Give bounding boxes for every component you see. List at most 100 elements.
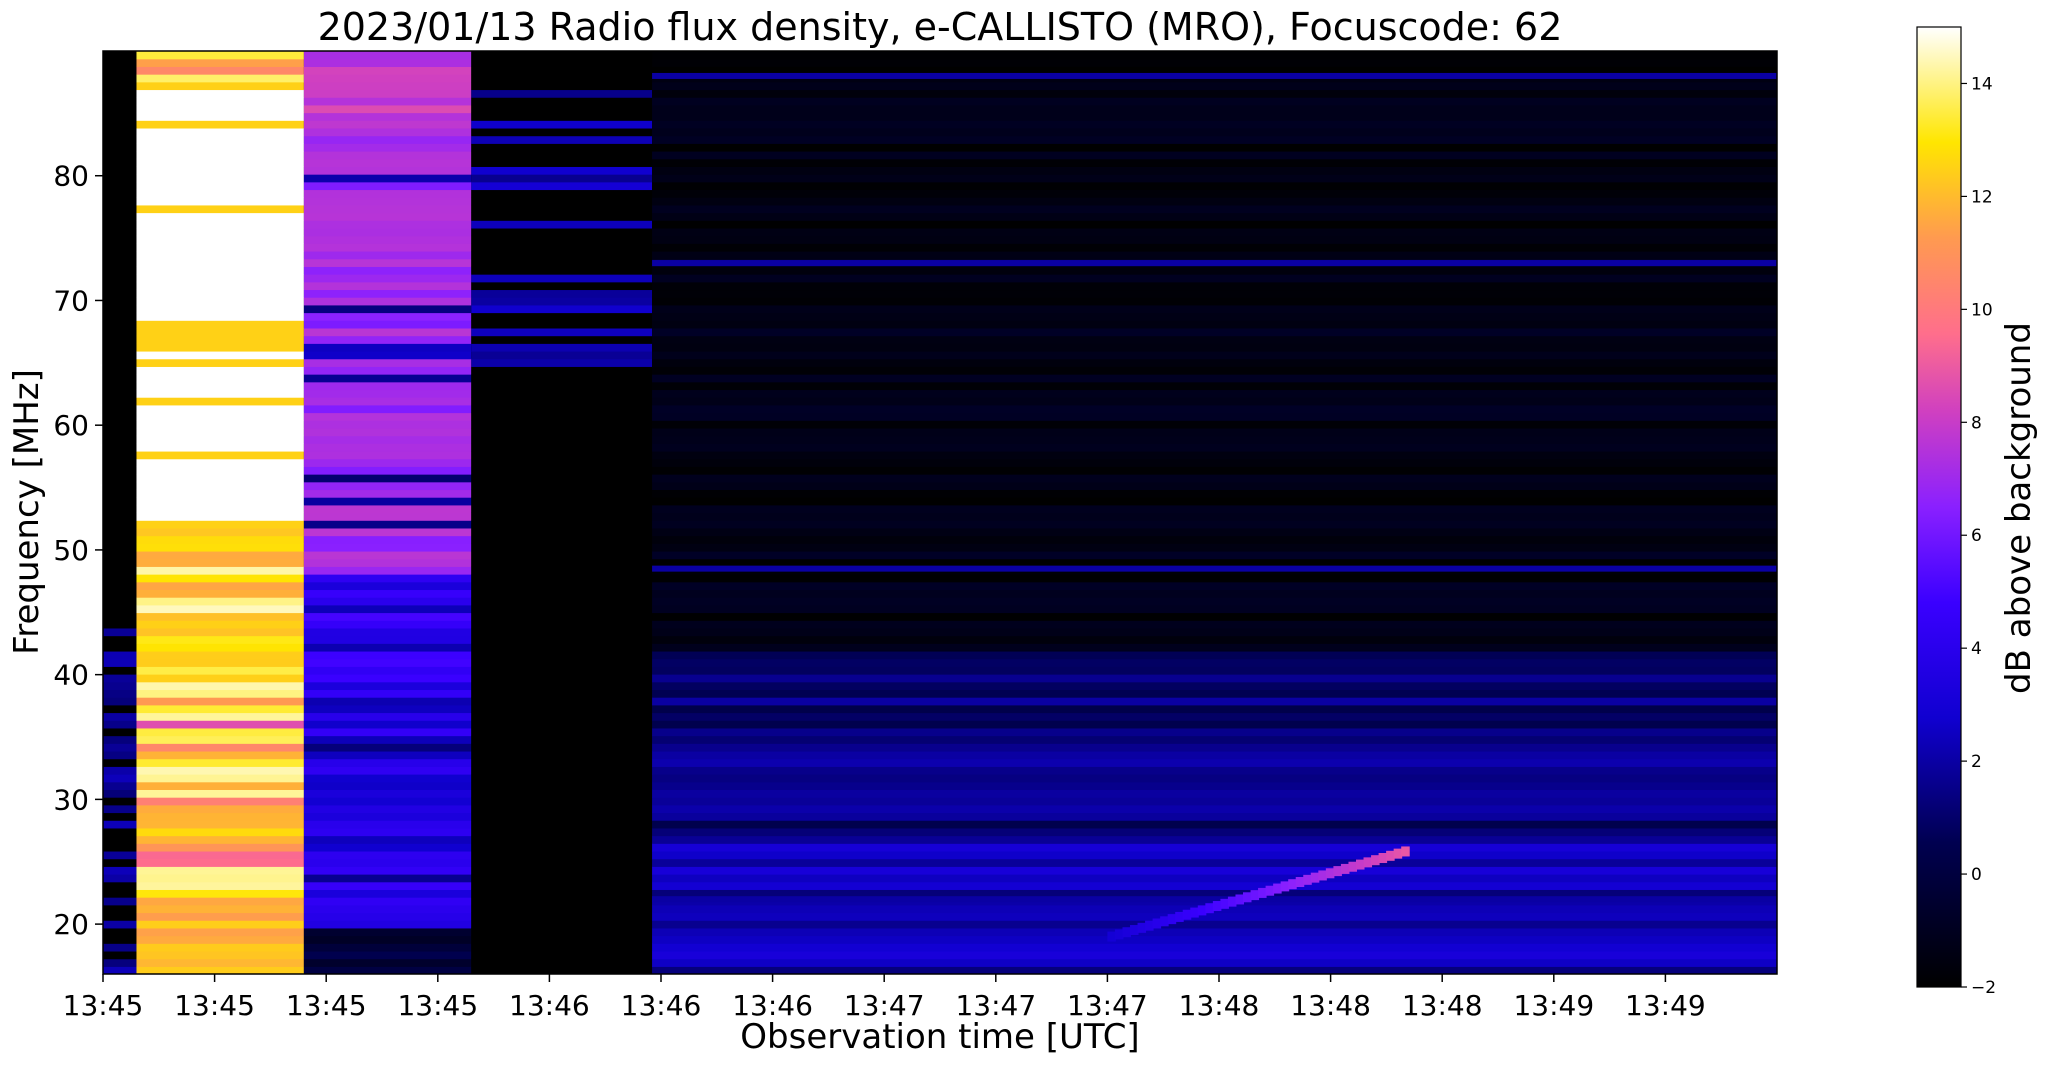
spectrogram-cell (103, 881, 137, 890)
x-tick-label: 13:48 (1402, 989, 1483, 1022)
spectrogram-cell (103, 935, 137, 944)
spectrogram-cell (136, 81, 304, 91)
drifting-burst (1212, 901, 1222, 912)
spectrogram-cell (103, 635, 137, 644)
spectrogram-cell (103, 489, 137, 498)
colorbar (1916, 26, 1962, 988)
spectrogram-cell (303, 389, 472, 398)
spectrogram-cell (652, 927, 1777, 937)
spectrogram-cell (303, 181, 472, 191)
spectrogram-cell (136, 289, 304, 298)
spectrogram-cell (136, 266, 304, 275)
drifting-burst (1318, 870, 1327, 881)
spectrogram-cell (471, 135, 653, 144)
spectrogram-cell (103, 81, 137, 91)
spectrogram-cell (136, 474, 304, 483)
spectrogram-cell (303, 350, 472, 360)
spectrogram-cell (303, 535, 472, 544)
spectrogram-cell (136, 904, 304, 914)
spectrogram-cell (303, 650, 472, 660)
spectrogram-cell (136, 66, 304, 75)
colorbar-label: dB above background (1999, 322, 2039, 694)
spectrogram-cell (652, 758, 1777, 767)
spectrogram-cell (303, 258, 472, 267)
spectrogram-cell (103, 327, 137, 337)
y-axis-label: Frequency [MHz] (7, 369, 47, 655)
spectrogram-cell (471, 189, 653, 198)
spectrogram-cell (303, 681, 472, 691)
spectrogram-cell (103, 235, 137, 244)
spectrogram-cell (652, 781, 1777, 790)
spectrogram-cell (471, 289, 653, 298)
spectrogram-cell (103, 312, 137, 321)
drifting-burst (1152, 918, 1162, 929)
colorbar-tick-label: 2 (1971, 752, 1982, 772)
spectrogram-cell (103, 474, 137, 483)
spectrogram-cell (471, 589, 653, 598)
spectrogram-cell (652, 581, 1777, 591)
spectrogram-cell (471, 881, 653, 890)
drifting-burst (1130, 925, 1139, 936)
spectrogram-cell (103, 658, 137, 667)
spectrogram-cell (136, 450, 304, 460)
spectrogram-cell (652, 850, 1777, 860)
spectrogram-cell (103, 343, 137, 352)
drifting-burst (1273, 883, 1282, 894)
spectrogram-cell (471, 474, 653, 483)
spectrogram-cell (471, 927, 653, 937)
spectrogram-cell (136, 181, 304, 191)
spectrogram-cell (303, 766, 472, 775)
spectrogram-cell (103, 858, 137, 867)
spectrogram-cell (103, 127, 137, 137)
spectrogram-cell (471, 558, 653, 567)
colorbar-tick-label: 6 (1971, 526, 1982, 546)
spectrogram-cell (136, 327, 304, 337)
spectrogram-cell (103, 943, 137, 952)
colorbar-tick-label: 0 (1971, 865, 1982, 885)
spectrogram-cell (652, 81, 1777, 91)
spectrogram-cell (471, 297, 653, 306)
spectrogram-cell (303, 89, 472, 98)
drifting-burst (1310, 872, 1320, 883)
y-tick-label: 30 (53, 783, 89, 816)
spectrogram-cell (652, 504, 1777, 514)
spectrogram-cell (103, 120, 137, 129)
spectrogram-cell (303, 612, 472, 621)
spectrogram-cell (103, 197, 137, 206)
spectrogram-cell (471, 504, 653, 514)
spectrogram-cell (471, 689, 653, 698)
drifting-burst (1348, 861, 1357, 872)
spectrogram-cell (103, 512, 137, 521)
drifting-burst (1250, 890, 1260, 901)
spectrogram-cell (103, 697, 137, 706)
spectrogram-cell (303, 735, 472, 744)
spectrogram-cell (136, 458, 304, 467)
spectrogram-cell (652, 150, 1777, 160)
spectrogram-cell (303, 74, 472, 83)
spectrogram-cell (652, 704, 1777, 714)
spectrogram-cell (303, 227, 472, 237)
spectrogram-cell (303, 320, 472, 329)
spectrogram-cell (303, 112, 472, 121)
spectrogram-cell (136, 727, 304, 737)
spectrogram-cell (652, 820, 1777, 829)
spectrogram-cell (652, 350, 1777, 360)
spectrogram-cell (471, 166, 653, 175)
spectrogram-cell (303, 604, 472, 614)
spectrogram-cell (303, 197, 472, 206)
spectrogram-cell (652, 650, 1777, 660)
spectrogram-cell (136, 820, 304, 829)
spectrogram-cell (471, 443, 653, 452)
colorbar-tick-label: −2 (1971, 978, 1996, 998)
spectrogram-cell (303, 835, 472, 844)
spectrogram-cell (471, 804, 653, 814)
spectrogram-cell (103, 304, 137, 314)
spectrogram-cell (652, 774, 1777, 783)
spectrogram-cell (103, 789, 137, 798)
spectrogram-cell (303, 51, 472, 60)
spectrogram-cell (303, 220, 472, 229)
spectrogram-cell (303, 666, 472, 675)
spectrogram-cell (652, 474, 1777, 483)
spectrogram-cell (136, 227, 304, 237)
spectrogram-cell (471, 897, 653, 906)
